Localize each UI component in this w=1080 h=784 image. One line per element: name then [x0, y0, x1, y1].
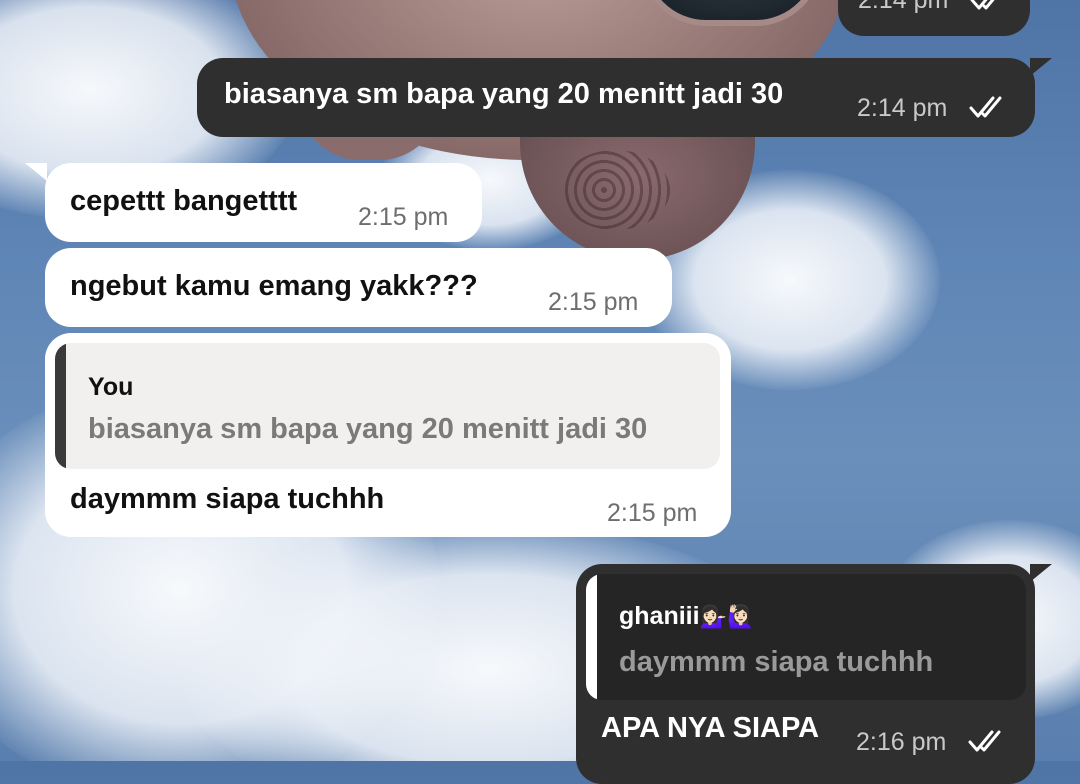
message-bubble-incoming[interactable]: cepettt bangetttt 2:15 pm	[45, 163, 482, 242]
quoted-message[interactable]: ghaniii💁🏻‍♀️🙋🏻‍♀️ daymmm siapa tuchhh	[586, 574, 1026, 700]
bubble-tail	[1030, 58, 1052, 76]
message-text: biasanya sm bapa yang 20 menitt jadi 30	[224, 78, 784, 110]
bubble-tail	[1030, 564, 1052, 582]
message-text: daymmm siapa tuchhh	[70, 483, 385, 515]
message-bubble-incoming[interactable]: ngebut kamu emang yakk??? 2:15 pm	[45, 248, 672, 327]
quoted-message[interactable]: You biasanya sm bapa yang 20 menitt jadi…	[55, 343, 720, 469]
double-check-icon	[969, 96, 1002, 118]
message-time: 2:15 pm	[358, 203, 449, 231]
quote-author-emojis: 💁🏻‍♀️🙋🏻‍♀️	[699, 604, 755, 630]
quote-bar	[586, 574, 597, 700]
quote-bar	[55, 343, 66, 469]
quote-text: daymmm siapa tuchhh	[619, 646, 934, 678]
message-text: APA NYA SIAPA	[601, 712, 820, 744]
message-time: 2:14 pm	[857, 94, 948, 122]
message-bubble-outgoing[interactable]: 2:14 pm	[838, 0, 1030, 36]
message-time: 2:15 pm	[607, 499, 698, 527]
message-time: 2:14 pm	[858, 0, 949, 14]
message-time: 2:15 pm	[548, 288, 639, 316]
double-check-icon	[968, 730, 1001, 752]
quote-text: biasanya sm bapa yang 20 menitt jadi 30	[88, 413, 648, 445]
double-check-icon	[970, 0, 995, 10]
message-text: cepettt bangetttt	[70, 185, 298, 217]
message-bubble-outgoing[interactable]: biasanya sm bapa yang 20 menitt jadi 30 …	[197, 58, 1035, 137]
message-bubble-incoming[interactable]: You biasanya sm bapa yang 20 menitt jadi…	[45, 333, 731, 537]
message-text: ngebut kamu emang yakk???	[70, 270, 478, 302]
message-time: 2:16 pm	[856, 728, 947, 756]
quote-author: You	[88, 373, 134, 401]
message-bubble-outgoing[interactable]: ghaniii💁🏻‍♀️🙋🏻‍♀️ daymmm siapa tuchhh AP…	[576, 564, 1035, 784]
bubble-tail	[25, 163, 47, 181]
quote-author: ghaniii💁🏻‍♀️🙋🏻‍♀️	[619, 602, 755, 630]
